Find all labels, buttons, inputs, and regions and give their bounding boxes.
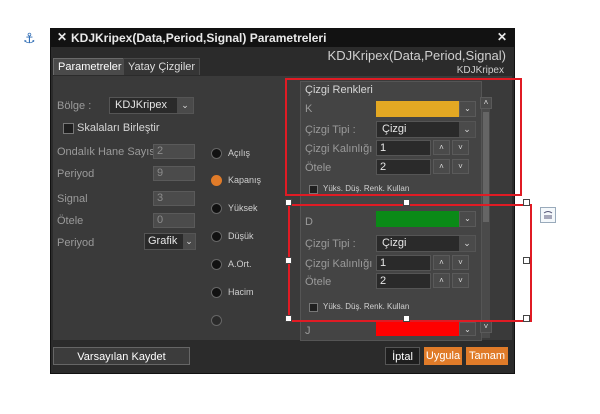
resize-handle[interactable] (285, 257, 292, 264)
periyod2-label: Periyod (57, 237, 95, 249)
scroll-down-icon[interactable]: ˅ (480, 321, 492, 333)
ok-button[interactable]: Tamam (466, 347, 508, 365)
tab-parametreler[interactable]: Parametreler (53, 58, 127, 75)
periyod2-value: Grafik (148, 235, 178, 247)
resize-handle[interactable] (523, 315, 530, 322)
cancel-button[interactable]: İptal (385, 347, 420, 365)
resize-handle[interactable] (523, 257, 530, 264)
apply-button[interactable]: Uygula (424, 347, 462, 365)
anchor-icon[interactable]: ⚓ (23, 31, 36, 47)
radio-hacim-label: Hacim (228, 287, 254, 297)
chevron-down-icon[interactable]: ⌄ (459, 322, 476, 336)
chevron-down-icon[interactable]: ⌄ (177, 98, 193, 113)
radio-dusuk-label: Düşük (228, 231, 254, 241)
j-color-swatch[interactable] (376, 322, 459, 336)
periyod-label: Periyod (57, 168, 95, 180)
otele-input[interactable]: 0 (153, 213, 195, 228)
bolge-select[interactable]: KDJKripex ⌄ (109, 97, 194, 114)
radio-aort[interactable] (211, 259, 222, 270)
periyod-input[interactable]: 9 (153, 166, 195, 181)
ondalik-label: Ondalık Hane Sayısı : (57, 146, 164, 158)
resize-handle[interactable] (523, 199, 530, 206)
radio-aort-label: A.Ort. (228, 259, 252, 269)
radio-kapanis[interactable] (211, 175, 222, 186)
signal-label: Signal (57, 193, 88, 205)
otele-label: Ötele (57, 215, 84, 227)
radio-yuksek-label: Yüksek (228, 203, 258, 213)
resize-handle[interactable] (285, 199, 292, 206)
radio-hacim[interactable] (211, 287, 222, 298)
radio-kapanis-label: Kapanış (228, 175, 262, 185)
radio-acilis[interactable] (211, 148, 222, 159)
layout-options-icon-graphic (543, 211, 553, 219)
indicator-short-name: KDJKripex (456, 65, 504, 76)
radio-yuksek[interactable] (211, 203, 222, 214)
close-button[interactable]: ✕ (497, 30, 507, 44)
birlestir-checkbox[interactable] (63, 123, 74, 134)
layout-options-icon[interactable] (540, 207, 556, 223)
title-bar: ✕ KDJKripex(Data,Period,Signal) Parametr… (51, 29, 514, 47)
save-default-button[interactable]: Varsayılan Kaydet (53, 347, 190, 365)
ondalik-input[interactable]: 2 (153, 144, 195, 159)
bolge-label: Bölge : (57, 100, 92, 112)
dialog-title: KDJKripex(Data,Period,Signal) Parametrel… (71, 31, 327, 45)
signal-input[interactable]: 3 (153, 191, 195, 206)
periyod2-select[interactable]: Grafik ⌄ (144, 233, 196, 250)
radio-empty[interactable] (211, 315, 222, 326)
highlight-box-d (288, 204, 532, 322)
chevron-down-icon[interactable]: ⌄ (183, 234, 195, 249)
resize-handle[interactable] (403, 315, 410, 322)
j-label: J (305, 325, 311, 337)
close-icon[interactable]: ✕ (57, 30, 67, 44)
resize-handle[interactable] (403, 199, 410, 206)
radio-acilis-label: Açılış (228, 148, 251, 158)
bolge-value: KDJKripex (115, 99, 167, 111)
tab-yatay-cizgiler[interactable]: Yatay Çizgiler (123, 58, 201, 75)
radio-dusuk[interactable] (211, 231, 222, 242)
birlestir-label: Skalaları Birleştir (77, 122, 160, 134)
indicator-name: KDJKripex(Data,Period,Signal) (327, 48, 506, 63)
highlight-box-k (285, 78, 522, 196)
resize-handle[interactable] (285, 315, 292, 322)
